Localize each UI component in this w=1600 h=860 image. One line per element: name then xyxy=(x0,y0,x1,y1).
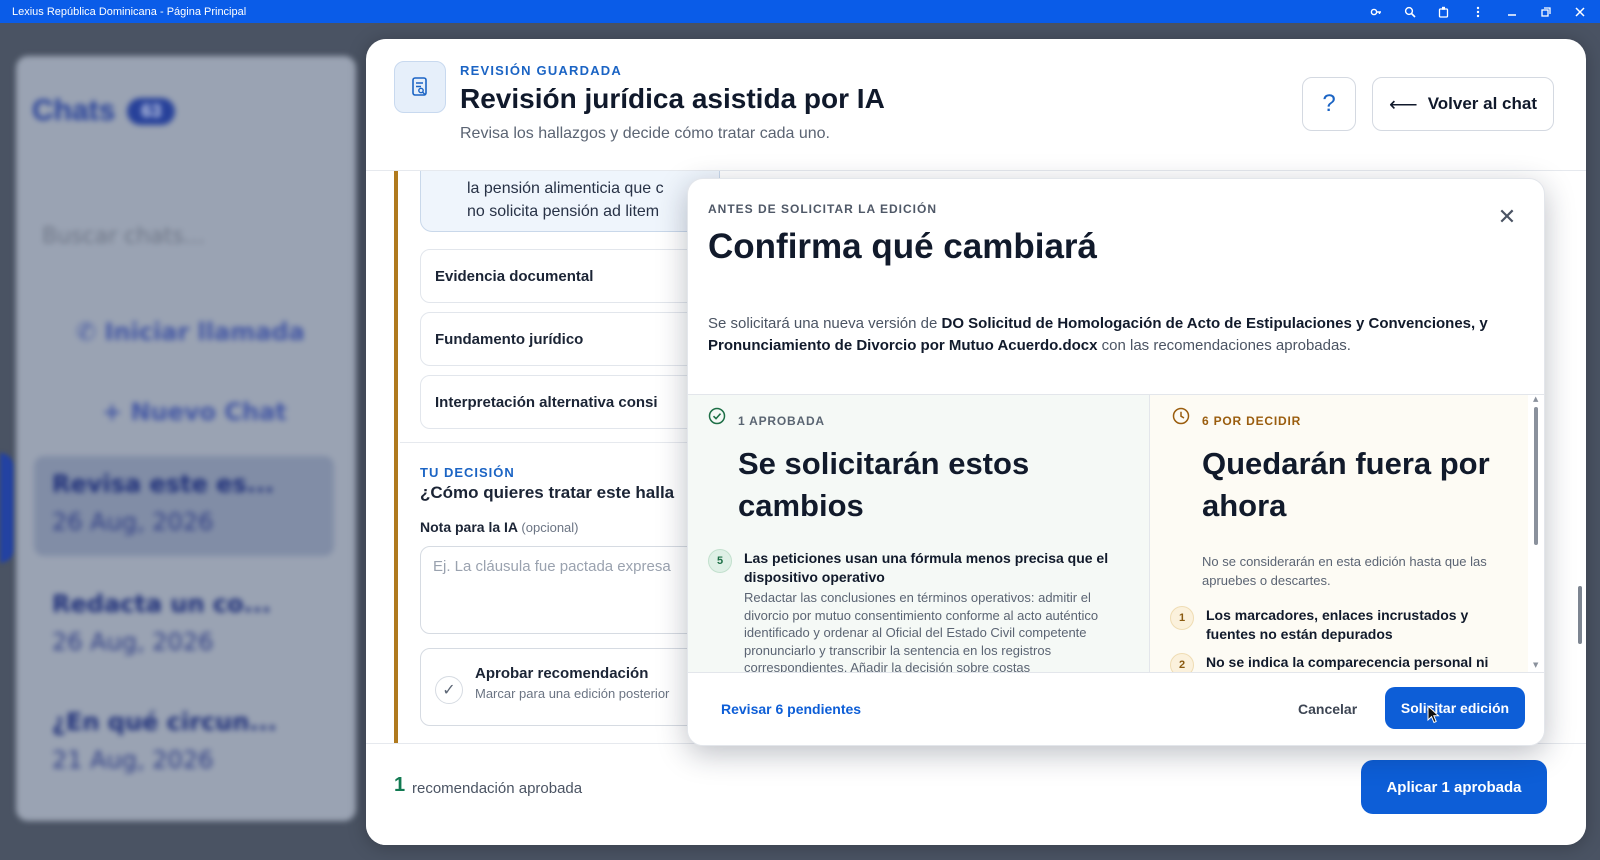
review-footer: 1 recomendación aprobada Aplicar 1 aprob… xyxy=(366,743,1586,845)
approved-count: 1 xyxy=(394,774,406,796)
chat-item-date: 26 Aug, 2026 xyxy=(52,508,214,536)
chat-item-title: Redacta un co... xyxy=(52,590,271,618)
approved-header: 1 APROBADA xyxy=(738,414,825,428)
divider xyxy=(400,442,720,443)
cancel-button[interactable]: Cancelar xyxy=(1298,701,1357,717)
help-icon: ? xyxy=(1322,90,1336,117)
chat-item-date: 21 Aug, 2026 xyxy=(52,746,214,774)
zoom-icon[interactable] xyxy=(1404,6,1416,18)
quote-line: no solicita pensión ad litem xyxy=(467,203,660,220)
scroll-thumb[interactable] xyxy=(1534,407,1538,545)
pending-column: 6 POR DECIDIR Quedarán fuera por ahora N… xyxy=(1150,395,1528,672)
approved-column: 1 APROBADA Se solicitarán estos cambios … xyxy=(688,395,1150,672)
page-scrollbar[interactable] xyxy=(1578,586,1582,644)
clock-icon xyxy=(1172,407,1190,425)
new-chat-button[interactable]: + Nuevo Chat xyxy=(102,398,287,426)
item-title: Las peticiones usan una fórmula menos pr… xyxy=(744,550,1109,585)
approved-item: 5 Las peticiones usan una fórmula menos … xyxy=(708,549,1128,672)
request-edit-button[interactable]: Solicitar edición xyxy=(1385,687,1525,729)
dialog-kicker: ANTES DE SOLICITAR LA EDICIÓN xyxy=(708,202,938,216)
chat-list-item[interactable]: Revisa este es... 26 Aug, 2026 xyxy=(34,456,334,556)
chat-sidebar: Chats 63 Buscar chats... ✆ Iniciar llama… xyxy=(16,56,356,821)
section-legal-basis[interactable]: Fundamento jurídico xyxy=(420,312,720,366)
chats-title: Chats xyxy=(32,94,116,127)
chats-count-badge: 63 xyxy=(127,97,176,125)
scroll-down-icon[interactable]: ▼ xyxy=(1533,661,1538,669)
item-number: 5 xyxy=(708,549,732,573)
decision-kicker: TU DECISIÓN xyxy=(420,465,515,480)
item-title: No se indica la comparecencia personal n… xyxy=(1206,654,1489,670)
approved-title: Se solicitarán estos cambios xyxy=(738,446,1030,523)
background-edge-accent xyxy=(0,453,14,563)
chat-item-title: Revisa este es... xyxy=(52,470,275,498)
review-header: REVISIÓN GUARDADA Revisión jurídica asis… xyxy=(366,39,1586,171)
close-icon[interactable]: ✕ xyxy=(1493,203,1521,231)
pending-intro: No se considerarán en esta edición hasta… xyxy=(1202,554,1487,588)
chat-list-item[interactable]: ¿En qué circun... 21 Aug, 2026 xyxy=(34,694,334,794)
item-number: 1 xyxy=(1170,606,1194,630)
window-title: Lexius República Dominicana - Página Pri… xyxy=(12,5,247,18)
dialog-description: Se solicitará una nueva versión de DO So… xyxy=(708,313,1528,357)
note-label: Nota para la IA (opcional) xyxy=(420,519,579,535)
mouse-pointer-icon xyxy=(1427,705,1440,724)
scroll-up-icon[interactable]: ▲ xyxy=(1533,395,1538,403)
item-number: 2 xyxy=(1170,653,1194,672)
finding-accent-bar xyxy=(394,171,398,743)
chat-item-date: 26 Aug, 2026 xyxy=(52,628,214,656)
review-subtitle: Revisa los hallazgos y decide cómo trata… xyxy=(460,125,830,142)
chat-search-input[interactable]: Buscar chats... xyxy=(42,224,205,249)
note-optional: (opcional) xyxy=(521,520,579,535)
start-call-label: Iniciar llamada xyxy=(104,318,305,346)
window-titlebar: Lexius República Dominicana - Página Pri… xyxy=(0,0,1600,23)
restore-icon[interactable] xyxy=(1540,6,1552,18)
arrow-left-icon: ⟵ xyxy=(1389,93,1418,116)
more-menu-icon[interactable] xyxy=(1472,6,1484,18)
decision-question: ¿Cómo quieres tratar este halla xyxy=(420,483,675,502)
changes-summary: 1 APROBADA Se solicitarán estos cambios … xyxy=(688,394,1544,672)
chats-heading: Chats 63 xyxy=(32,94,176,128)
dialog-footer: Revisar 6 pendientes Cancelar Solicitar … xyxy=(688,672,1544,745)
titlebar-controls xyxy=(1370,6,1600,18)
pending-header: 6 POR DECIDIR xyxy=(1202,414,1302,428)
document-review-icon xyxy=(394,61,446,113)
key-icon[interactable] xyxy=(1370,6,1382,18)
item-title: Los marcadores, enlaces incrustados y fu… xyxy=(1206,607,1469,642)
pending-item: 2 No se indica la comparecencia personal… xyxy=(1170,653,1490,672)
section-evidence[interactable]: Evidencia documental xyxy=(420,249,720,303)
approved-count-label: recomendación aprobada xyxy=(412,780,583,797)
review-pending-button[interactable]: Revisar 6 pendientes xyxy=(721,701,861,717)
chat-list-item[interactable]: Redacta un co... 26 Aug, 2026 xyxy=(34,576,334,676)
back-to-chat-button[interactable]: ⟵ Volver al chat xyxy=(1372,77,1554,131)
minimize-icon[interactable] xyxy=(1506,6,1518,18)
help-button[interactable]: ? xyxy=(1302,77,1356,131)
section-alternative-interpretation[interactable]: Interpretación alternativa consi xyxy=(420,375,720,429)
dialog-title: Confirma qué cambiará xyxy=(708,227,1097,266)
desc-prefix: Se solicitará una nueva versión de xyxy=(708,315,942,332)
check-circle-icon xyxy=(708,407,726,425)
confirm-edit-dialog: ANTES DE SOLICITAR LA EDICIÓN Confirma q… xyxy=(687,178,1545,746)
start-call-button[interactable]: ✆ Iniciar llamada xyxy=(76,318,305,346)
pending-item: 1 Los marcadores, enlaces incrustados y … xyxy=(1170,606,1490,644)
item-description: Redactar las conclusiones en términos op… xyxy=(744,590,1099,672)
chat-item-title: ¿En qué circun... xyxy=(52,708,277,736)
close-window-icon[interactable] xyxy=(1574,6,1586,18)
back-to-chat-label: Volver al chat xyxy=(1427,94,1537,113)
extensions-icon[interactable] xyxy=(1438,6,1450,18)
pending-title: Quedarán fuera por ahora xyxy=(1202,446,1490,523)
quote-line: la pensión alimenticia que c xyxy=(467,180,664,197)
apply-approved-button[interactable]: Aplicar 1 aprobada xyxy=(1361,760,1547,814)
dialog-scrollbar[interactable]: ▲ ▼ xyxy=(1528,395,1544,672)
finding-quote: la pensión alimenticia que c no solicita… xyxy=(420,171,720,232)
checkmark-icon: ✓ xyxy=(435,676,463,704)
phone-icon: ✆ xyxy=(76,318,105,346)
note-label-text: Nota para la IA xyxy=(420,519,518,535)
review-kicker: REVISIÓN GUARDADA xyxy=(460,63,622,78)
review-title: Revisión jurídica asistida por IA xyxy=(460,83,885,114)
desc-suffix: con las recomendaciones aprobadas. xyxy=(1097,337,1351,354)
